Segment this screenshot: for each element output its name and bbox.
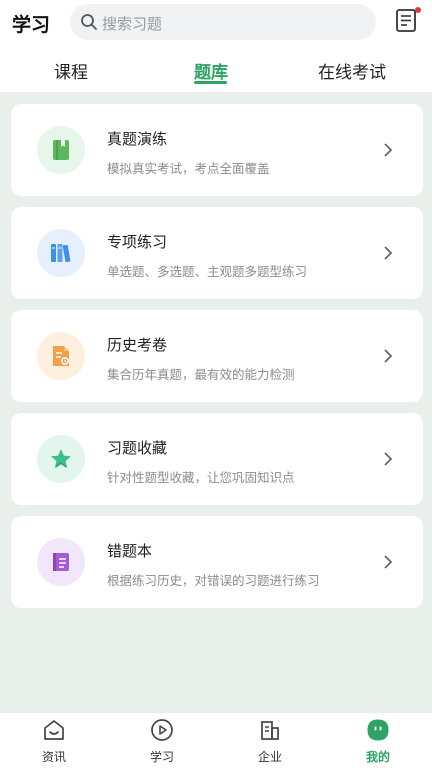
notification-dot xyxy=(415,7,421,13)
chevron-right-icon xyxy=(384,143,393,157)
card-title: 真题演练 xyxy=(107,130,168,148)
chevron-right-icon xyxy=(384,452,393,466)
page-title: 学习 xyxy=(12,14,51,36)
tab-bar: 课程 题库 在线考试 xyxy=(0,46,432,92)
card-description: 针对性题型收藏，让您巩固知识点 xyxy=(107,470,295,485)
nav-label: 企业 xyxy=(257,750,282,764)
card-icon-wrap xyxy=(37,126,85,174)
search-input[interactable]: 搜索习题 xyxy=(70,4,376,40)
card-title: 错题本 xyxy=(107,542,153,560)
nav-item-enterprise[interactable]: 企业 xyxy=(230,713,310,768)
chevron-right-icon xyxy=(384,246,393,260)
nav-item-mine[interactable]: 我的 xyxy=(338,713,418,768)
card-icon-wrap xyxy=(37,332,85,380)
card-description: 模拟真实考试，考点全面覆盖 xyxy=(107,161,270,176)
card-description: 集合历年真题，最有效的能力检测 xyxy=(107,367,295,382)
card-title: 习题收藏 xyxy=(107,439,168,457)
card-favorites[interactable]: 习题收藏 针对性题型收藏，让您巩固知识点 xyxy=(11,413,423,505)
top-bar: 学习 搜索习题 xyxy=(0,0,432,46)
tab-question-bank[interactable]: 题库 xyxy=(194,58,228,83)
tab-courses[interactable]: 课程 xyxy=(54,58,88,83)
card-icon-wrap xyxy=(37,229,85,277)
card-past-papers[interactable]: 历史考卷 集合历年真题，最有效的能力检测 xyxy=(11,310,423,402)
book-icon xyxy=(53,140,69,160)
search-placeholder: 搜索习题 xyxy=(102,15,163,33)
bottom-navigation: 资讯 学习 企业 我的 xyxy=(0,712,432,768)
star-icon xyxy=(51,449,71,468)
notebook-icon xyxy=(53,553,69,571)
card-title: 专项练习 xyxy=(107,233,168,251)
play-icon xyxy=(151,719,173,741)
nav-label: 资讯 xyxy=(41,750,66,764)
search-icon xyxy=(81,14,97,30)
card-description: 单选题、多选题、主观题多题型练习 xyxy=(107,264,308,279)
card-exam-practice[interactable]: 真题演练 模拟真实考试，考点全面覆盖 xyxy=(11,104,423,196)
card-description: 根据练习历史，对错误的习题进行练习 xyxy=(107,573,320,588)
nav-label: 我的 xyxy=(365,750,390,764)
exam-paper-icon xyxy=(53,346,69,366)
question-bank-list: 真题演练 模拟真实考试，考点全面覆盖 专项练习 单选题、多选题、主观题多题型练习 xyxy=(0,92,432,712)
nav-item-study[interactable]: 学习 xyxy=(122,713,202,768)
nav-item-news[interactable]: 资讯 xyxy=(14,713,94,768)
card-icon-wrap xyxy=(37,538,85,586)
nav-label: 学习 xyxy=(149,750,174,764)
profile-face-icon xyxy=(367,719,389,741)
home-icon xyxy=(44,720,64,740)
card-icon-wrap xyxy=(37,435,85,483)
books-icon xyxy=(51,244,71,263)
card-topic-practice[interactable]: 专项练习 单选题、多选题、主观题多题型练习 xyxy=(11,207,423,299)
active-tab-indicator xyxy=(194,81,227,84)
chevron-right-icon xyxy=(384,349,393,363)
chevron-right-icon xyxy=(384,555,393,569)
card-title: 历史考卷 xyxy=(107,336,168,354)
building-icon xyxy=(261,721,279,740)
card-mistakes[interactable]: 错题本 根据练习历史，对错误的习题进行练习 xyxy=(11,516,423,608)
tab-online-exam[interactable]: 在线考试 xyxy=(318,58,386,83)
